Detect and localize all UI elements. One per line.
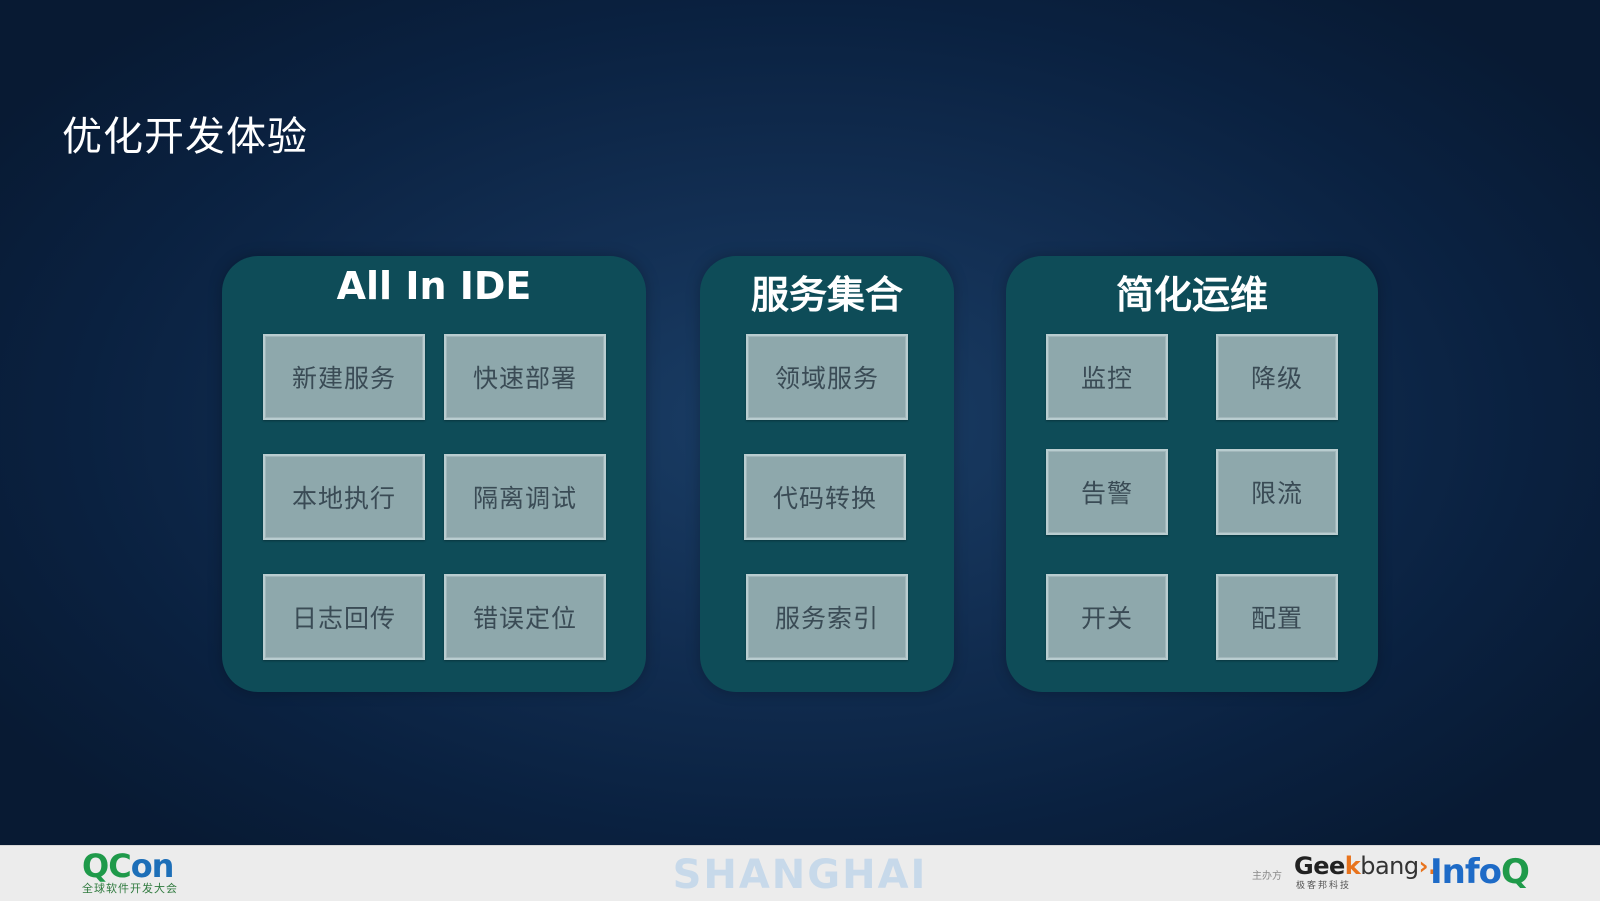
tile-local-exec: 本地执行 bbox=[263, 454, 425, 540]
tile-degrade: 降级 bbox=[1216, 334, 1338, 420]
group-all-in-ide: All In IDE 新建服务 快速部署 本地执行 隔离调试 日志回传 错误定位 bbox=[222, 256, 646, 692]
tile-monitor: 监控 bbox=[1046, 334, 1168, 420]
slide-title: 优化开发体验 bbox=[62, 114, 308, 160]
infoq-logo-q: Q bbox=[1501, 852, 1530, 892]
host-label: 主办方 bbox=[1252, 871, 1282, 882]
tile-rate-limit: 限流 bbox=[1216, 449, 1338, 535]
footer-bar: QCon 全球软件开发大会 SHANGHAI 主办方 Geekbang›. 极客… bbox=[0, 845, 1600, 901]
tile-error-locate: 错误定位 bbox=[444, 574, 606, 660]
tile-switch: 开关 bbox=[1046, 574, 1168, 660]
group-title: 简化运维 bbox=[1115, 273, 1268, 317]
tile-isolated-debug: 隔离调试 bbox=[444, 454, 606, 540]
group-title: All In IDE bbox=[336, 264, 532, 308]
tile-domain-service: 领域服务 bbox=[746, 334, 908, 420]
tile-quick-deploy: 快速部署 bbox=[444, 334, 606, 420]
group-simplified-ops: 简化运维 监控 降级 告警 限流 开关 配置 bbox=[1006, 256, 1378, 692]
geek-logo-bang: bang bbox=[1360, 852, 1419, 880]
tile-service-index: 服务索引 bbox=[746, 574, 908, 660]
group-service-collection: 服务集合 领域服务 代码转换 服务索引 bbox=[700, 256, 954, 692]
tile-config: 配置 bbox=[1216, 574, 1338, 660]
infoq-logo-a: Info bbox=[1430, 852, 1502, 892]
geek-logo-a: Gee bbox=[1294, 852, 1345, 880]
infoq-logo: InfoQ bbox=[1430, 852, 1530, 892]
tile-new-service: 新建服务 bbox=[263, 334, 425, 420]
tile-alarm: 告警 bbox=[1046, 449, 1168, 535]
tile-code-convert: 代码转换 bbox=[744, 454, 906, 540]
slide-background: 优化开发体验 All In IDE 新建服务 快速部署 本地执行 隔离调试 日志… bbox=[0, 0, 1600, 845]
tile-log-return: 日志回传 bbox=[263, 574, 425, 660]
group-title: 服务集合 bbox=[750, 273, 903, 317]
geekbang-logo: Geekbang›. 极客邦科技 bbox=[1294, 854, 1437, 891]
geek-logo-k: k bbox=[1344, 852, 1361, 880]
